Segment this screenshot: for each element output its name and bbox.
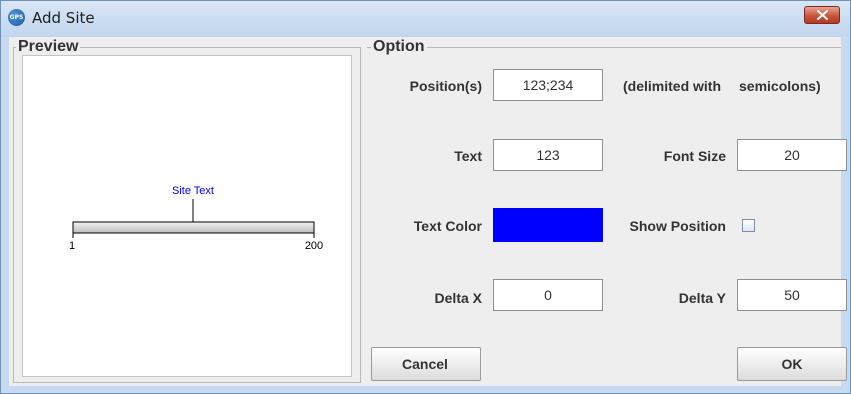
preview-drawing: Site Text 1 200 [69, 185, 323, 252]
site-text-label: Site Text [172, 185, 214, 197]
window-title: Add Site [32, 9, 95, 27]
cancel-button[interactable]: Cancel [371, 347, 481, 381]
font-size-input[interactable]: 20 [737, 139, 847, 171]
text-label: Text [454, 148, 482, 164]
position-input[interactable]: 123;234 [493, 69, 603, 101]
text-color-label: Text Color [413, 218, 482, 234]
gps-app-icon: GPS [8, 9, 25, 26]
show-position-label: Show Position [629, 218, 726, 234]
position-hint-2: semicolons) [739, 78, 821, 94]
preview-legend: Preview [16, 38, 81, 56]
preview-canvas: Site Text 1 200 [22, 55, 352, 377]
sequence-bar [72, 221, 315, 234]
close-icon [817, 10, 828, 20]
delta-x-input[interactable]: 0 [493, 279, 603, 311]
option-legend: Option [371, 38, 427, 56]
axis-start-label: 1 [69, 240, 75, 252]
position-hint-1: (delimited with [623, 78, 721, 94]
font-size-label: Font Size [663, 148, 726, 164]
close-button[interactable] [804, 6, 840, 24]
position-label: Position(s) [409, 78, 482, 94]
delta-x-label: Delta X [434, 290, 482, 306]
axis-end-label: 200 [305, 240, 323, 252]
ok-button[interactable]: OK [737, 347, 847, 381]
preview-panel: Preview Site Text 1 200 [13, 38, 361, 383]
text-input[interactable]: 123 [493, 139, 603, 171]
show-position-checkbox[interactable] [742, 219, 755, 232]
delta-y-input[interactable]: 50 [737, 279, 847, 311]
delta-y-label: Delta Y [678, 290, 726, 306]
option-panel: Option [367, 38, 841, 383]
title-bar[interactable]: GPS Add Site [1, 1, 850, 37]
text-color-swatch[interactable] [493, 208, 603, 242]
